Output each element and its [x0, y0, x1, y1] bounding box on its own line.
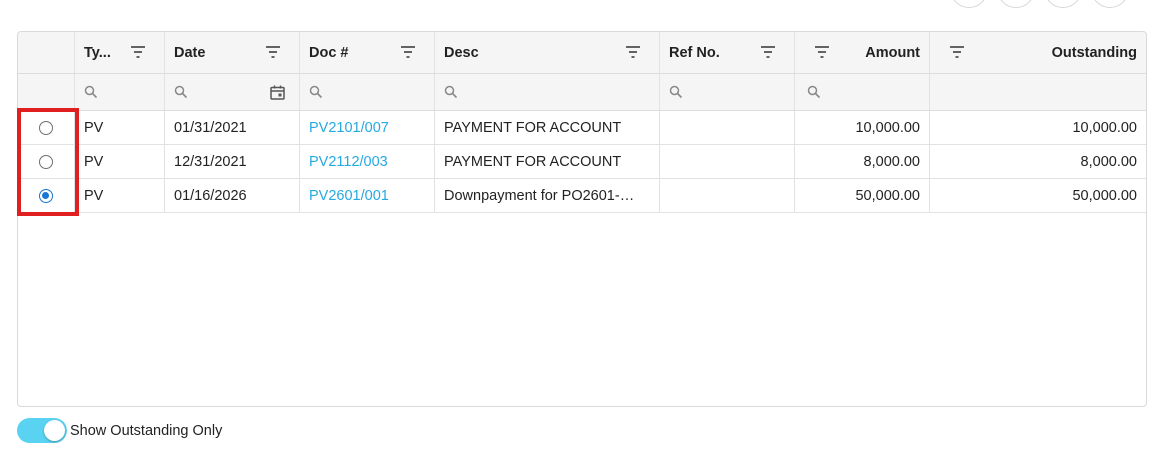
header-ref[interactable]: Ref No.: [660, 32, 795, 73]
amount-cell: 10,000.00: [795, 111, 930, 144]
filter-icon[interactable]: [131, 46, 145, 58]
desc-cell: Downpayment for PO2601-…: [435, 179, 660, 212]
doc-link[interactable]: PV2112/003: [309, 154, 388, 170]
grid-filter-row: [18, 74, 1146, 111]
calendar-icon[interactable]: [270, 85, 285, 100]
amount-cell: 8,000.00: [795, 145, 930, 178]
filter-ref-input[interactable]: [660, 74, 795, 110]
header-outstanding[interactable]: Outstanding: [930, 32, 1146, 73]
header-type-label: Ty...: [84, 44, 111, 61]
desc-cell: PAYMENT FOR ACCOUNT: [435, 111, 660, 144]
outstanding-cell: 50,000.00: [1072, 187, 1137, 204]
filter-type-input[interactable]: [75, 74, 165, 110]
toolbar-buttons: [950, 0, 1129, 8]
row-radio[interactable]: [39, 120, 53, 135]
grid-header-row: Ty... Date Doc # Desc Ref No. Amount Out…: [18, 32, 1146, 74]
header-outstanding-label: Outstanding: [1051, 44, 1137, 61]
search-icon: [84, 85, 98, 99]
toolbar-button[interactable]: [1091, 0, 1129, 8]
doc-link[interactable]: PV2601/001: [309, 188, 389, 204]
toolbar-button[interactable]: [950, 0, 988, 8]
header-doc-label: Doc #: [309, 44, 349, 61]
doc-link[interactable]: PV2101/007: [309, 120, 389, 136]
header-desc[interactable]: Desc: [435, 32, 660, 73]
table-row[interactable]: PV 01/31/2021 PV2101/007 PAYMENT FOR ACC…: [18, 111, 1146, 145]
filter-icon[interactable]: [815, 46, 829, 58]
doc-cell: PV2112/003: [300, 145, 435, 178]
search-icon: [174, 85, 188, 99]
data-grid: Ty... Date Doc # Desc Ref No. Amount Out…: [17, 31, 1147, 407]
table-row[interactable]: PV 12/31/2021 PV2112/003 PAYMENT FOR ACC…: [18, 145, 1146, 179]
outstanding-cell: 8,000.00: [1080, 153, 1137, 170]
type-cell: PV: [75, 179, 165, 212]
filter-icon[interactable]: [761, 46, 775, 58]
show-outstanding-toggle-group: Show Outstanding Only: [17, 418, 222, 443]
header-date[interactable]: Date: [165, 32, 300, 73]
filter-date-input[interactable]: [165, 74, 300, 110]
row-radio[interactable]: [39, 154, 53, 169]
show-outstanding-toggle[interactable]: [17, 418, 67, 443]
header-doc[interactable]: Doc #: [300, 32, 435, 73]
desc-text: PAYMENT FOR ACCOUNT: [444, 119, 622, 136]
search-icon: [807, 85, 821, 99]
date-cell: 12/31/2021: [165, 145, 300, 178]
row-select-cell: [18, 179, 75, 212]
filter-outstanding-cell: [930, 74, 1146, 110]
header-desc-label: Desc: [444, 44, 479, 61]
ref-cell: [660, 145, 795, 178]
desc-text: Downpayment for PO2601-…: [444, 187, 635, 204]
type-cell: PV: [75, 111, 165, 144]
row-radio-selected[interactable]: [39, 188, 53, 203]
toolbar-button[interactable]: [1044, 0, 1082, 8]
toolbar-button[interactable]: [997, 0, 1035, 8]
ref-cell: [660, 179, 795, 212]
outstanding-cell: 10,000.00: [1072, 119, 1137, 136]
header-amount[interactable]: Amount: [795, 32, 930, 73]
filter-icon[interactable]: [266, 46, 280, 58]
header-ref-label: Ref No.: [669, 44, 720, 61]
amount-cell: 50,000.00: [795, 179, 930, 212]
header-select: [18, 32, 75, 73]
desc-text: PAYMENT FOR ACCOUNT: [444, 153, 622, 170]
filter-icon[interactable]: [626, 46, 640, 58]
header-type[interactable]: Ty...: [75, 32, 165, 73]
filter-icon[interactable]: [401, 46, 415, 58]
date-cell: 01/31/2021: [165, 111, 300, 144]
row-select-cell: [18, 111, 75, 144]
search-icon: [444, 85, 458, 99]
row-select-cell: [18, 145, 75, 178]
type-cell: PV: [75, 145, 165, 178]
filter-select: [18, 74, 75, 110]
header-amount-label: Amount: [865, 44, 920, 61]
toggle-knob: [44, 420, 65, 441]
table-row[interactable]: PV 01/16/2026 PV2601/001 Downpayment for…: [18, 179, 1146, 213]
filter-desc-input[interactable]: [435, 74, 660, 110]
doc-cell: PV2101/007: [300, 111, 435, 144]
search-icon: [309, 85, 323, 99]
ref-cell: [660, 111, 795, 144]
toggle-label: Show Outstanding Only: [70, 422, 223, 439]
doc-cell: PV2601/001: [300, 179, 435, 212]
filter-amount-input[interactable]: [795, 74, 930, 110]
filter-icon[interactable]: [950, 46, 964, 58]
date-cell: 01/16/2026: [165, 179, 300, 212]
search-icon: [669, 85, 683, 99]
header-date-label: Date: [174, 44, 206, 61]
desc-cell: PAYMENT FOR ACCOUNT: [435, 145, 660, 178]
filter-doc-input[interactable]: [300, 74, 435, 110]
